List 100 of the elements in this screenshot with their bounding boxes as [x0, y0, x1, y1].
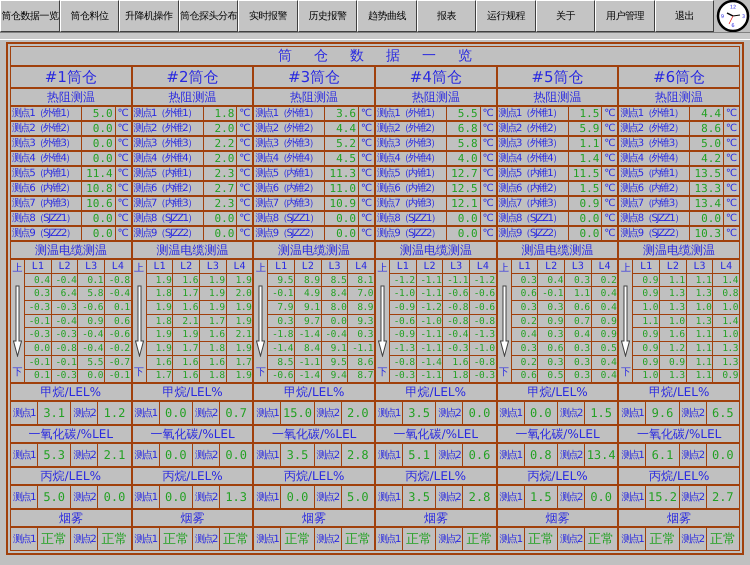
cable-reading: -0.4: [78, 328, 104, 342]
section-title: 测温电缆测温: [132, 242, 252, 258]
temperature-value: 5.2: [325, 137, 358, 150]
sensor-label: 测点1: [132, 528, 159, 550]
reading-value: 15.0: [281, 402, 314, 424]
cable-reading: -0.1: [25, 314, 51, 328]
menu-button[interactable]: 筒仓料位: [60, 0, 119, 32]
cable-reading: 0.9: [633, 356, 659, 368]
sensor-label: 测点3（外锥3）: [132, 137, 203, 150]
cable-reading: 1.9: [200, 287, 226, 300]
temperature-value: 5.0: [82, 107, 115, 120]
column-header: L4: [592, 260, 618, 273]
cable-reading: 0.3: [564, 356, 591, 368]
section-title: 烟雾: [254, 510, 374, 526]
status-value: 正常: [524, 528, 557, 550]
menu-button[interactable]: 筒仓数据一览: [0, 0, 60, 32]
cable-reading: -0.3: [52, 328, 78, 342]
sensor-label: 测点2: [436, 528, 462, 550]
sensor-label: 测点1: [132, 444, 159, 466]
menu-button[interactable]: 实时报警: [238, 0, 298, 32]
column-header: L3: [686, 260, 712, 273]
sensor-label: 测点2: [436, 444, 462, 466]
column-header: L1: [633, 260, 659, 273]
cable-reading: -0.1: [25, 356, 51, 368]
menu-button[interactable]: 历史报警: [298, 0, 357, 32]
temperature-value: 0.0: [446, 212, 480, 225]
cable-reading: 0.7: [564, 314, 591, 328]
temperature-value: 12.5: [446, 182, 480, 195]
temperature-value: 5.9: [568, 122, 602, 135]
cable-reading: 0.4: [538, 274, 564, 286]
temperature-value: 10.6: [82, 197, 115, 210]
section-title: 热阻测温: [132, 89, 252, 105]
cable-reading: 9.5: [268, 274, 294, 286]
reading-value: 0.0: [584, 486, 618, 508]
reading-value: 2.1: [98, 444, 131, 466]
cable-reading: 0.5: [592, 342, 618, 355]
menu-button[interactable]: 趋势曲线: [357, 0, 416, 32]
unit-label: ℃: [358, 197, 374, 210]
section-title: 一氧化碳/%LEL: [254, 426, 374, 442]
menu-button[interactable]: 运行规程: [476, 0, 536, 32]
temperature-value: 13.3: [690, 182, 723, 195]
menu-button[interactable]: 升降机操作: [119, 0, 178, 32]
cable-reading: 1.1: [564, 287, 591, 300]
cable-reading: 0.3: [564, 342, 591, 355]
cable-reading: -1.0: [416, 314, 442, 328]
cable-reading: 1.9: [226, 314, 252, 328]
section-title: 丙烷/LEL%: [254, 468, 374, 484]
section-title: 热阻测温: [619, 89, 739, 105]
reading-value: 2.0: [342, 402, 374, 424]
cable-reading: -1.2: [470, 274, 496, 286]
column-header: L4: [348, 260, 374, 273]
menu-button[interactable]: 关于: [536, 0, 595, 32]
cable-reading: 9.5: [322, 356, 348, 368]
temperature-value: 0.0: [568, 227, 602, 240]
cable-reading: 1.6: [173, 356, 199, 368]
reading-value: 2.8: [463, 486, 496, 508]
temperature-value: 10.8: [82, 182, 115, 195]
temperature-value: 12.7: [446, 167, 480, 180]
unit-label: ℃: [358, 182, 374, 195]
cable-reading: 0.4: [592, 301, 618, 314]
cable-reading: -1.2: [416, 301, 442, 314]
unit-label: ℃: [237, 182, 252, 195]
section-title: 甲烷/LEL%: [498, 384, 618, 400]
cable-reading: 1.6: [200, 328, 226, 342]
sensor-label: 测点2（外锥2）: [132, 122, 203, 134]
cable-reading: 1.7: [226, 356, 252, 368]
sensor-label: 测点1（外锥1）: [132, 107, 203, 120]
menu-button[interactable]: 筒仓探头分布: [178, 0, 238, 32]
menu-button[interactable]: 退出: [654, 0, 714, 32]
cable-reading: 2.1: [226, 328, 252, 342]
cable-reading: 8.1: [348, 274, 374, 286]
reading-value: 5.1: [402, 444, 436, 466]
cable-reading: -0.3: [52, 301, 78, 314]
cable-reading: 8.9: [348, 301, 374, 314]
cable-reading: -0.6: [443, 287, 469, 300]
sensor-label: 测点3（外锥3）: [376, 137, 446, 150]
menu-button[interactable]: 用户管理: [595, 0, 654, 32]
bin-title: #4筒仓: [376, 67, 496, 87]
cable-reading: -1.1: [348, 342, 374, 355]
sensor-label: 测点1（外锥1）: [254, 107, 324, 120]
temperature-value: 1.4: [568, 152, 602, 165]
column-header: L4: [104, 260, 131, 273]
cable-reading: 1.6: [173, 274, 199, 286]
temperature-value: 12.1: [446, 197, 480, 210]
temperature-value: 0.0: [446, 227, 480, 240]
sensor-label: 测点1: [376, 486, 402, 508]
section-title: 丙烷/LEL%: [132, 468, 252, 484]
cable-reading: 1.3: [713, 342, 739, 355]
cable-reading: 1.6: [146, 356, 172, 368]
menu-button[interactable]: 报表: [416, 0, 476, 32]
unit-label: ℃: [237, 137, 252, 150]
cable-reading: 1.7: [173, 287, 199, 300]
cable-reading: 0.9: [78, 314, 104, 328]
temperature-value: 0.0: [690, 212, 723, 225]
section-title: 烟雾: [376, 510, 496, 526]
top-label: 上: [134, 264, 144, 274]
unit-label: ℃: [237, 167, 252, 180]
cable-reading: 0.9: [633, 274, 659, 286]
sensor-label: 测点8（SJZZ1）: [254, 212, 324, 224]
cable-reading: -1.4: [268, 342, 294, 355]
